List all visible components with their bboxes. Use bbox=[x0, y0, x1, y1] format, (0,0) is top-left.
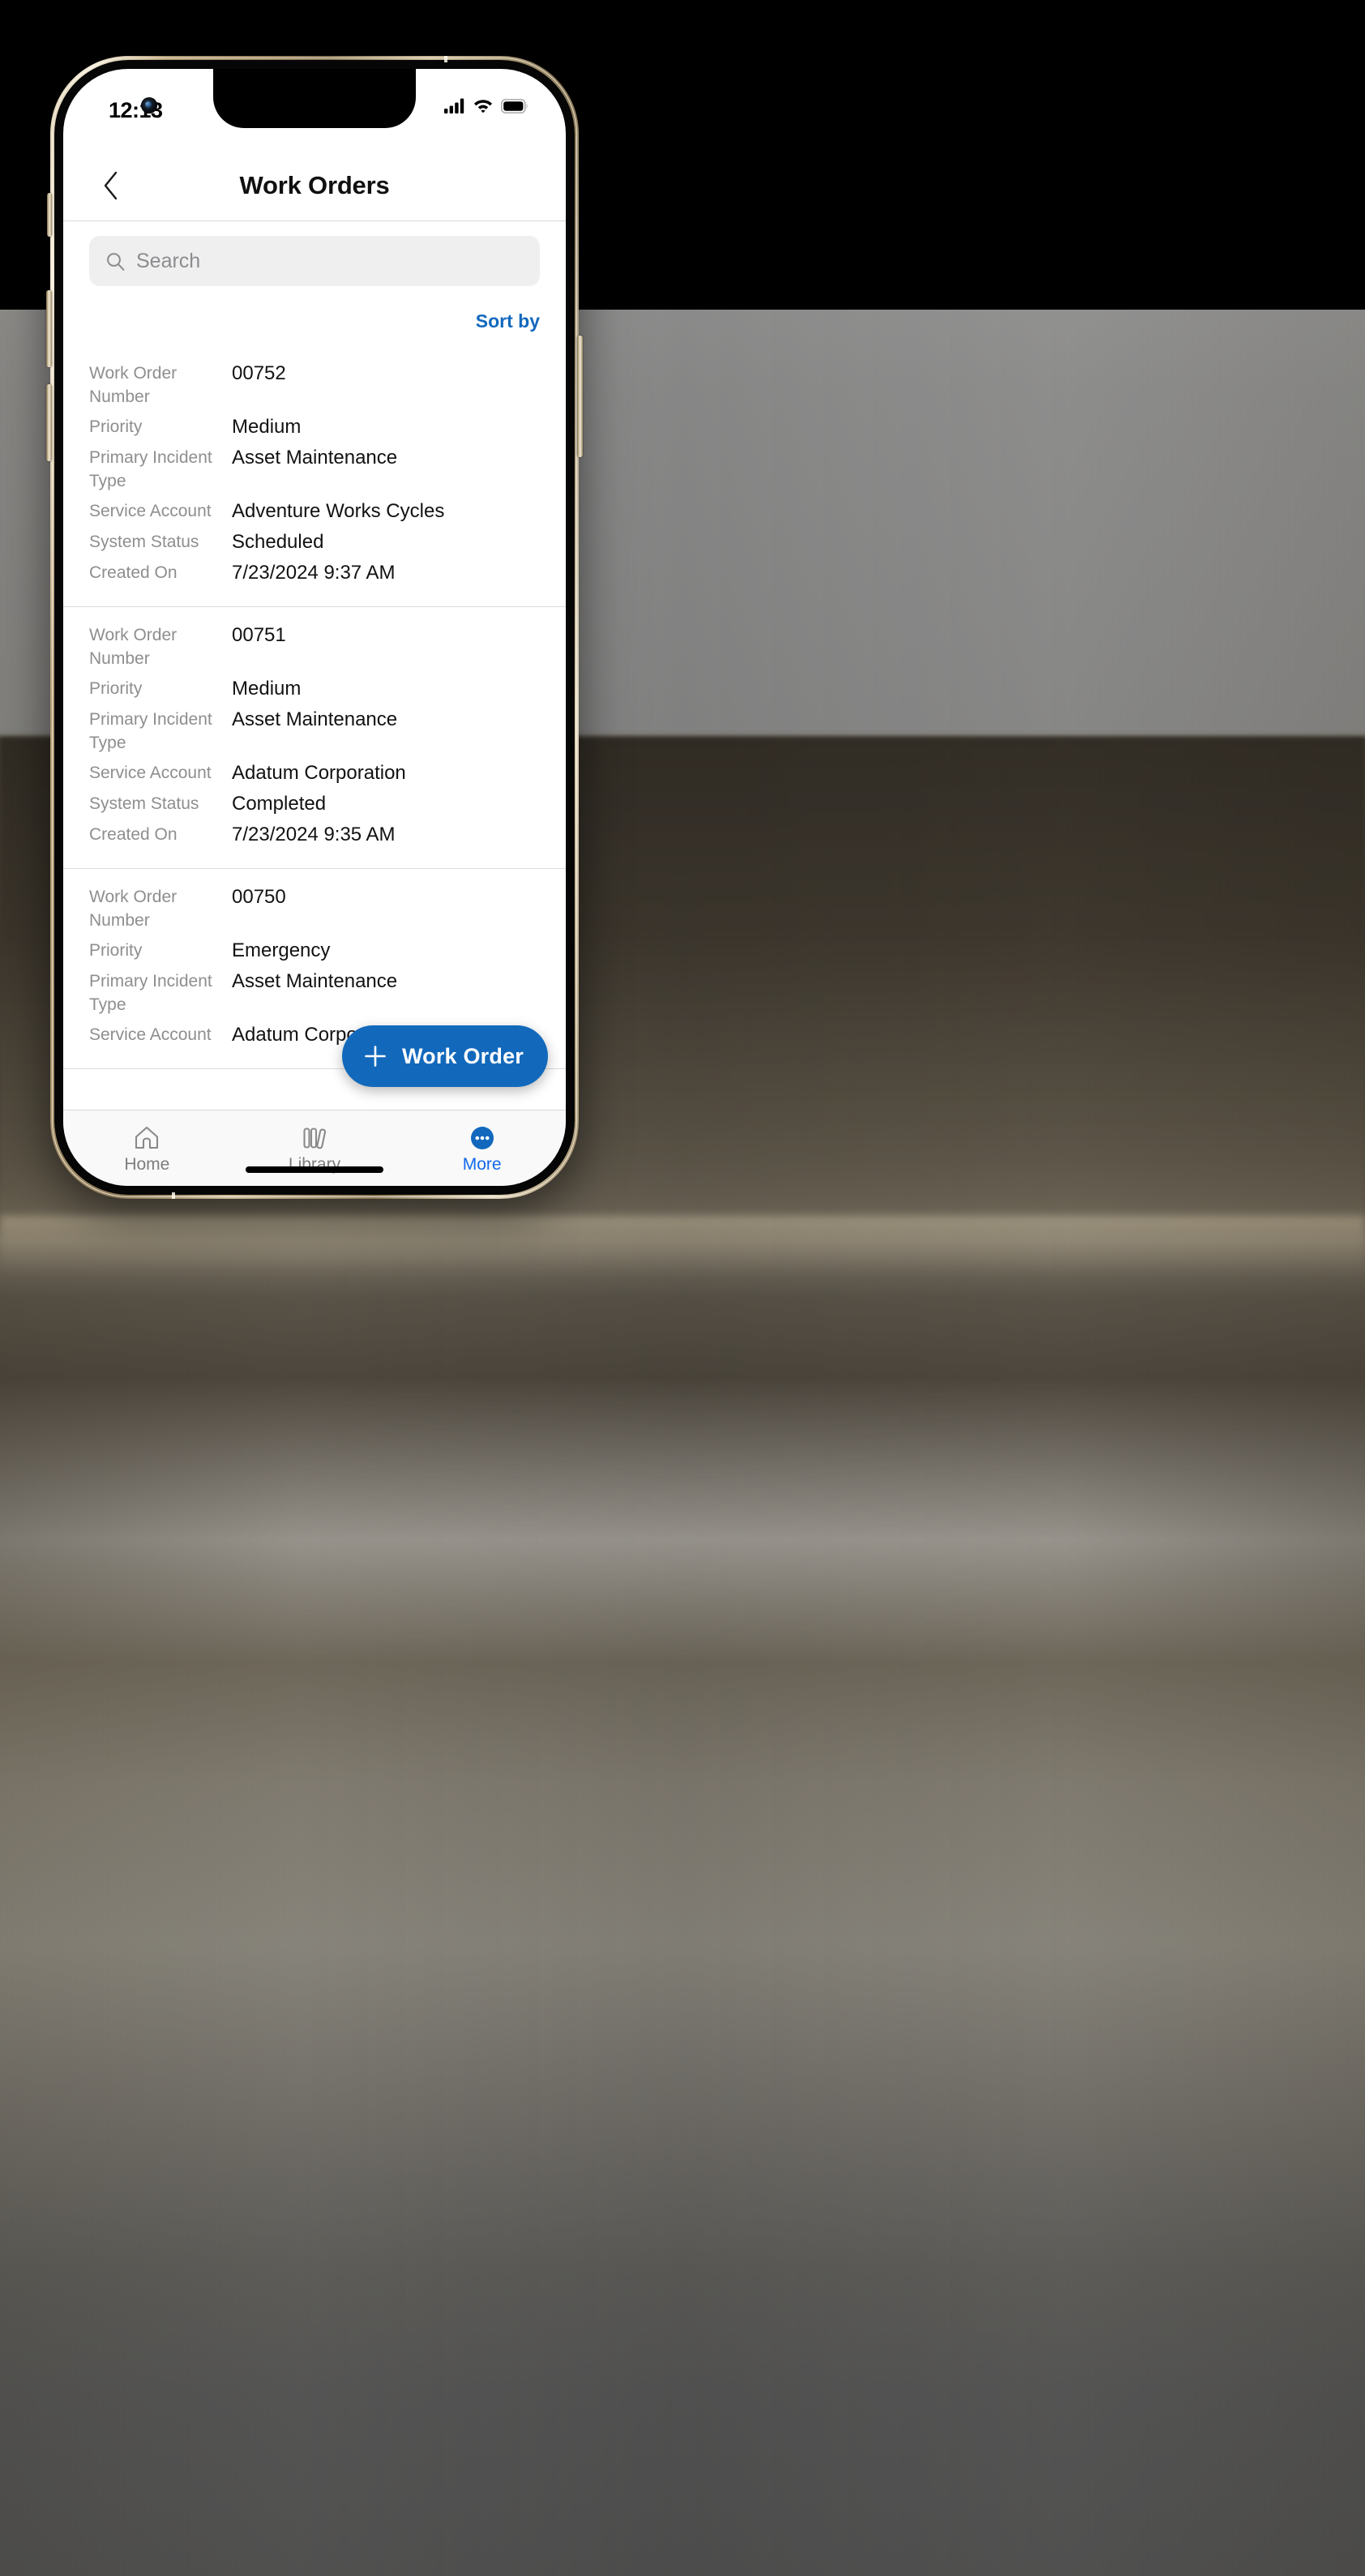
field-primary-incident-type: Primary Incident Type Asset Maintenance bbox=[63, 966, 566, 1020]
power-button[interactable] bbox=[577, 336, 583, 457]
fab-label: Work Order bbox=[401, 1043, 524, 1068]
field-label: Service Account bbox=[89, 764, 212, 782]
field-priority: Priority Emergency bbox=[63, 935, 566, 966]
page-title: Work Orders bbox=[239, 170, 390, 199]
work-order-list-scroll[interactable]: Search Sort by Work Order Number 00752 P… bbox=[63, 221, 566, 1110]
field-value: 00750 bbox=[232, 886, 286, 908]
antenna-band-top bbox=[444, 56, 447, 62]
cellular-signal-icon bbox=[444, 98, 464, 113]
tab-library[interactable]: Library bbox=[231, 1110, 399, 1186]
library-icon bbox=[303, 1128, 327, 1149]
background-band-highlight bbox=[0, 1216, 1365, 1273]
field-value: Asset Maintenance bbox=[232, 447, 398, 469]
field-label: Primary Incident Type bbox=[89, 710, 212, 752]
phone-screen: 12:13 Work Orders Search Sort by Work Or… bbox=[63, 69, 566, 1186]
battery-icon bbox=[501, 98, 528, 113]
field-label: Priority bbox=[89, 679, 143, 698]
volume-up-button[interactable] bbox=[46, 290, 52, 367]
field-label: Service Account bbox=[89, 1025, 212, 1044]
field-label: Primary Incident Type bbox=[89, 972, 212, 1014]
phone-device: 12:13 Work Orders Search Sort by Work Or… bbox=[46, 56, 583, 1199]
field-value: Medium bbox=[232, 416, 302, 438]
field-value: 7/23/2024 9:37 AM bbox=[232, 562, 396, 584]
field-label: Work Order Number bbox=[89, 888, 178, 930]
field-work-order-number: Work Order Number 00750 bbox=[63, 882, 566, 935]
home-indicator[interactable] bbox=[246, 1166, 383, 1173]
tab-more[interactable]: More bbox=[398, 1110, 566, 1186]
device-notch bbox=[213, 69, 416, 128]
field-value: Adventure Works Cycles bbox=[232, 500, 445, 522]
antenna-band-bottom bbox=[172, 1192, 175, 1199]
field-created-on: Created On 7/23/2024 9:35 AM bbox=[63, 819, 566, 850]
field-value: 00751 bbox=[232, 624, 286, 646]
field-label: System Status bbox=[89, 533, 199, 551]
field-system-status: System Status Completed bbox=[63, 789, 566, 819]
sort-by-button[interactable]: Sort by bbox=[476, 310, 540, 332]
new-work-order-fab[interactable]: Work Order bbox=[341, 1025, 548, 1087]
field-value: Asset Maintenance bbox=[232, 970, 398, 992]
bottom-tab-bar: Home Library More bbox=[63, 1110, 566, 1186]
search-container: Search bbox=[63, 221, 566, 286]
field-service-account: Service Account Adatum Corporation bbox=[63, 758, 566, 789]
more-ellipsis-icon bbox=[470, 1127, 494, 1149]
field-value: Adatum Corporation bbox=[232, 762, 406, 784]
field-priority: Priority Medium bbox=[63, 674, 566, 704]
search-icon bbox=[107, 252, 125, 271]
volume-down-button[interactable] bbox=[46, 384, 52, 461]
sort-row: Sort by bbox=[63, 286, 566, 345]
field-label: System Status bbox=[89, 794, 199, 813]
field-primary-incident-type: Primary Incident Type Asset Maintenance bbox=[63, 704, 566, 758]
field-label: Created On bbox=[89, 825, 178, 844]
field-value: 7/23/2024 9:35 AM bbox=[232, 824, 396, 845]
field-value: Asset Maintenance bbox=[232, 708, 398, 730]
field-work-order-number: Work Order Number 00751 bbox=[63, 620, 566, 674]
field-label: Work Order Number bbox=[89, 364, 178, 406]
search-placeholder-text: Search bbox=[136, 249, 201, 272]
field-label: Created On bbox=[89, 563, 178, 582]
field-value: Completed bbox=[232, 793, 327, 815]
field-label: Work Order Number bbox=[89, 626, 178, 668]
tab-label: Home bbox=[124, 1155, 170, 1174]
field-label: Priority bbox=[89, 417, 143, 436]
field-label: Service Account bbox=[89, 502, 212, 520]
silent-switch-button[interactable] bbox=[47, 193, 52, 237]
plus-icon bbox=[365, 1046, 386, 1067]
table-row[interactable]: Work Order Number 00752 Priority Medium … bbox=[63, 345, 566, 607]
field-label: Priority bbox=[89, 941, 143, 960]
home-icon bbox=[135, 1126, 159, 1149]
front-camera-icon bbox=[141, 97, 157, 113]
tab-label: More bbox=[462, 1155, 502, 1174]
field-value: Emergency bbox=[232, 939, 331, 961]
table-row[interactable]: Work Order Number 00751 Priority Medium … bbox=[63, 607, 566, 869]
field-priority: Priority Medium bbox=[63, 412, 566, 443]
field-system-status: System Status Scheduled bbox=[63, 527, 566, 558]
field-value: 00752 bbox=[232, 362, 286, 384]
field-service-account: Service Account Adventure Works Cycles bbox=[63, 496, 566, 527]
tab-home[interactable]: Home bbox=[63, 1110, 231, 1186]
field-work-order-number: Work Order Number 00752 bbox=[63, 358, 566, 412]
field-primary-incident-type: Primary Incident Type Asset Maintenance bbox=[63, 443, 566, 496]
field-label: Primary Incident Type bbox=[89, 448, 212, 490]
status-bar-icons bbox=[444, 98, 528, 113]
navigation-bar: Work Orders bbox=[63, 150, 566, 221]
field-value: Scheduled bbox=[232, 531, 324, 553]
wifi-icon bbox=[473, 100, 493, 113]
field-created-on: Created On 7/23/2024 9:37 AM bbox=[63, 558, 566, 588]
search-input[interactable]: Search bbox=[89, 236, 540, 286]
field-value: Medium bbox=[232, 678, 302, 700]
